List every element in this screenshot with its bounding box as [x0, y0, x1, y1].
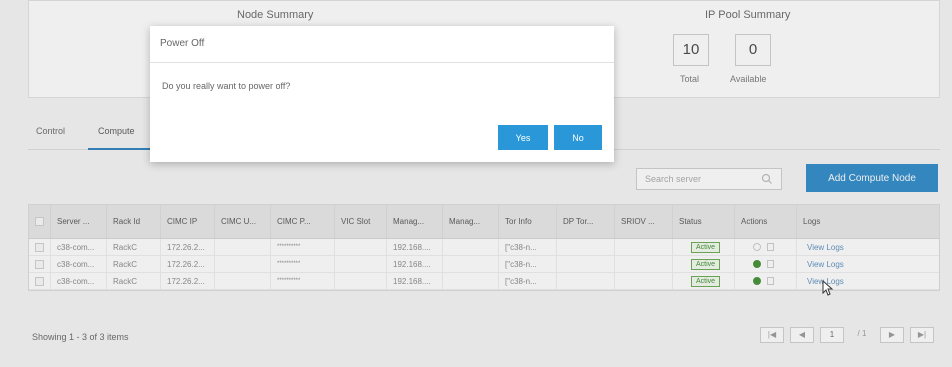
- dialog-divider: [150, 62, 614, 63]
- power-off-dialog: Power Off Do you really want to power of…: [150, 26, 614, 162]
- dialog-message: Do you really want to power off?: [162, 81, 291, 91]
- confirm-yes-button[interactable]: Yes: [498, 125, 548, 150]
- mouse-pointer-icon: [822, 280, 834, 296]
- confirm-no-button[interactable]: No: [554, 125, 602, 150]
- dialog-title: Power Off: [160, 38, 205, 49]
